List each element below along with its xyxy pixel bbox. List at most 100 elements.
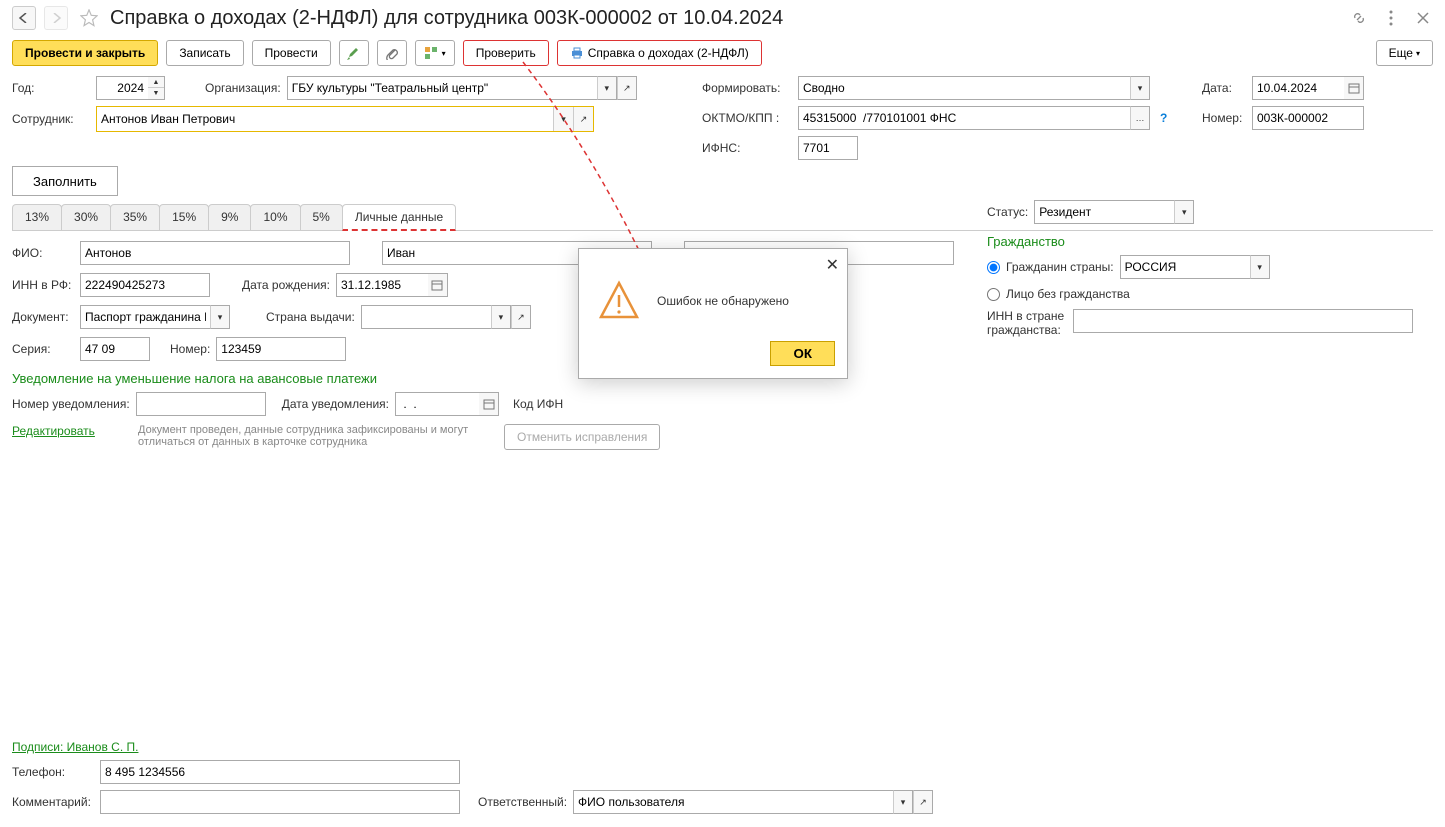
tab-5[interactable]: 5%	[300, 204, 343, 230]
year-label: Год:	[12, 81, 90, 95]
close-window-icon[interactable]	[1413, 8, 1433, 28]
tab-10[interactable]: 10%	[250, 204, 300, 230]
post-and-close-button[interactable]: Провести и закрыть	[12, 40, 158, 66]
docnum-input[interactable]	[216, 337, 346, 361]
status-input[interactable]	[1034, 200, 1174, 224]
doc-input[interactable]	[80, 305, 210, 329]
org-label: Организация:	[205, 81, 281, 95]
inn-country-label: ИНН в стране гражданства:	[987, 309, 1067, 337]
fio-label: ФИО:	[12, 246, 74, 260]
number-input[interactable]	[1252, 106, 1364, 130]
signatures-link[interactable]: Подписи: Иванов С. П.	[12, 740, 138, 754]
form-input[interactable]	[798, 76, 1130, 100]
notice-num-label: Номер уведомления:	[12, 397, 130, 411]
resp-dropdown-btn[interactable]: ▾	[893, 790, 913, 814]
dialog-message: Ошибок не обнаружено	[657, 294, 789, 308]
emp-dropdown-btn[interactable]: ▾	[553, 107, 573, 131]
citizen-of-radio[interactable]	[987, 261, 1000, 274]
print-cert-button[interactable]: Справка о доходах (2-НДФЛ)	[557, 40, 762, 66]
employee-input[interactable]	[97, 107, 553, 131]
notice-date-label: Дата уведомления:	[282, 397, 389, 411]
lastname-input[interactable]	[80, 241, 350, 265]
kebab-menu-icon[interactable]	[1381, 8, 1401, 28]
more-label: Еще	[1389, 46, 1413, 60]
phone-input[interactable]	[100, 760, 460, 784]
cancel-fix-button: Отменить исправления	[504, 424, 660, 450]
print-icon	[570, 46, 584, 60]
warning-icon	[597, 279, 641, 323]
message-dialog: ✕ Ошибок не обнаружено ОК	[578, 248, 848, 379]
issue-country-open-btn[interactable]: ↗	[511, 305, 531, 329]
ifns-label: ИФНС:	[702, 141, 792, 155]
nav-forward-button[interactable]	[44, 6, 68, 30]
resp-open-btn[interactable]: ↗	[913, 790, 933, 814]
dialog-close-icon[interactable]: ✕	[826, 255, 839, 275]
link-icon[interactable]	[1349, 8, 1369, 28]
responsible-input[interactable]	[573, 790, 893, 814]
dialog-ok-button[interactable]: ОК	[770, 341, 835, 366]
edit-action-button[interactable]	[339, 40, 369, 66]
tab-personal[interactable]: Личные данные	[342, 204, 456, 231]
edit-link[interactable]: Редактировать	[12, 424, 132, 438]
attachment-button[interactable]	[377, 40, 407, 66]
org-input[interactable]	[287, 76, 597, 100]
inn-label: ИНН в РФ:	[12, 278, 74, 292]
oktmo-help-icon[interactable]: ?	[1160, 111, 1167, 125]
notice-date-calendar-btn[interactable]	[479, 392, 499, 416]
issue-country-dropdown-btn[interactable]: ▾	[491, 305, 511, 329]
tab-13[interactable]: 13%	[12, 204, 62, 230]
inn-country-input[interactable]	[1073, 309, 1413, 333]
doc-label: Документ:	[12, 310, 74, 324]
notice-num-input[interactable]	[136, 392, 266, 416]
year-input[interactable]	[96, 76, 148, 100]
check-button[interactable]: Проверить	[463, 40, 549, 66]
tab-35[interactable]: 35%	[110, 204, 160, 230]
date-calendar-btn[interactable]	[1344, 76, 1364, 100]
tab-9[interactable]: 9%	[208, 204, 251, 230]
phone-label: Телефон:	[12, 765, 94, 779]
more-button[interactable]: Еще▾	[1376, 40, 1433, 66]
year-spin-up[interactable]: ▲	[148, 77, 164, 88]
tab-30[interactable]: 30%	[61, 204, 111, 230]
birth-calendar-btn[interactable]	[428, 273, 448, 297]
birth-input[interactable]	[336, 273, 428, 297]
oktmo-input[interactable]	[798, 106, 1130, 130]
fill-button[interactable]: Заполнить	[12, 166, 118, 196]
ifns-input[interactable]	[798, 136, 858, 160]
date-input[interactable]	[1252, 76, 1344, 100]
form-label: Формировать:	[702, 81, 792, 95]
doc-dropdown-btn[interactable]: ▾	[210, 305, 230, 329]
calendar-icon	[1348, 82, 1360, 94]
citizen-country-dropdown-btn[interactable]: ▾	[1250, 255, 1270, 279]
issue-country-input[interactable]	[361, 305, 491, 329]
save-button[interactable]: Записать	[166, 40, 243, 66]
stateless-label: Лицо без гражданства	[1006, 287, 1130, 301]
tab-15[interactable]: 15%	[159, 204, 209, 230]
birth-label: Дата рождения:	[242, 278, 330, 292]
series-label: Серия:	[12, 342, 74, 356]
employee-label: Сотрудник:	[12, 112, 90, 126]
stateless-radio[interactable]	[987, 288, 1000, 301]
year-spin-down[interactable]: ▼	[148, 88, 164, 99]
citizen-of-label: Гражданин страны:	[1006, 260, 1114, 274]
series-input[interactable]	[80, 337, 150, 361]
status-dropdown-btn[interactable]: ▾	[1174, 200, 1194, 224]
structure-button[interactable]: ▾	[415, 40, 455, 66]
emp-open-btn[interactable]: ↗	[573, 107, 593, 131]
docnum-label: Номер:	[170, 342, 210, 356]
org-open-btn[interactable]: ↗	[617, 76, 637, 100]
notice-date-input[interactable]	[395, 392, 479, 416]
comment-input[interactable]	[100, 790, 460, 814]
inn-input[interactable]	[80, 273, 210, 297]
favorite-star-icon[interactable]	[80, 9, 98, 27]
calendar-icon	[431, 279, 443, 291]
oktmo-more-btn[interactable]: …	[1130, 106, 1150, 130]
calendar-icon	[483, 398, 495, 410]
citizen-country-input[interactable]	[1120, 255, 1250, 279]
status-label: Статус:	[987, 205, 1028, 219]
nav-back-button[interactable]	[12, 6, 36, 30]
form-dropdown-btn[interactable]: ▾	[1130, 76, 1150, 100]
post-button[interactable]: Провести	[252, 40, 331, 66]
print-cert-label: Справка о доходах (2-НДФЛ)	[588, 46, 749, 60]
org-dropdown-btn[interactable]: ▾	[597, 76, 617, 100]
